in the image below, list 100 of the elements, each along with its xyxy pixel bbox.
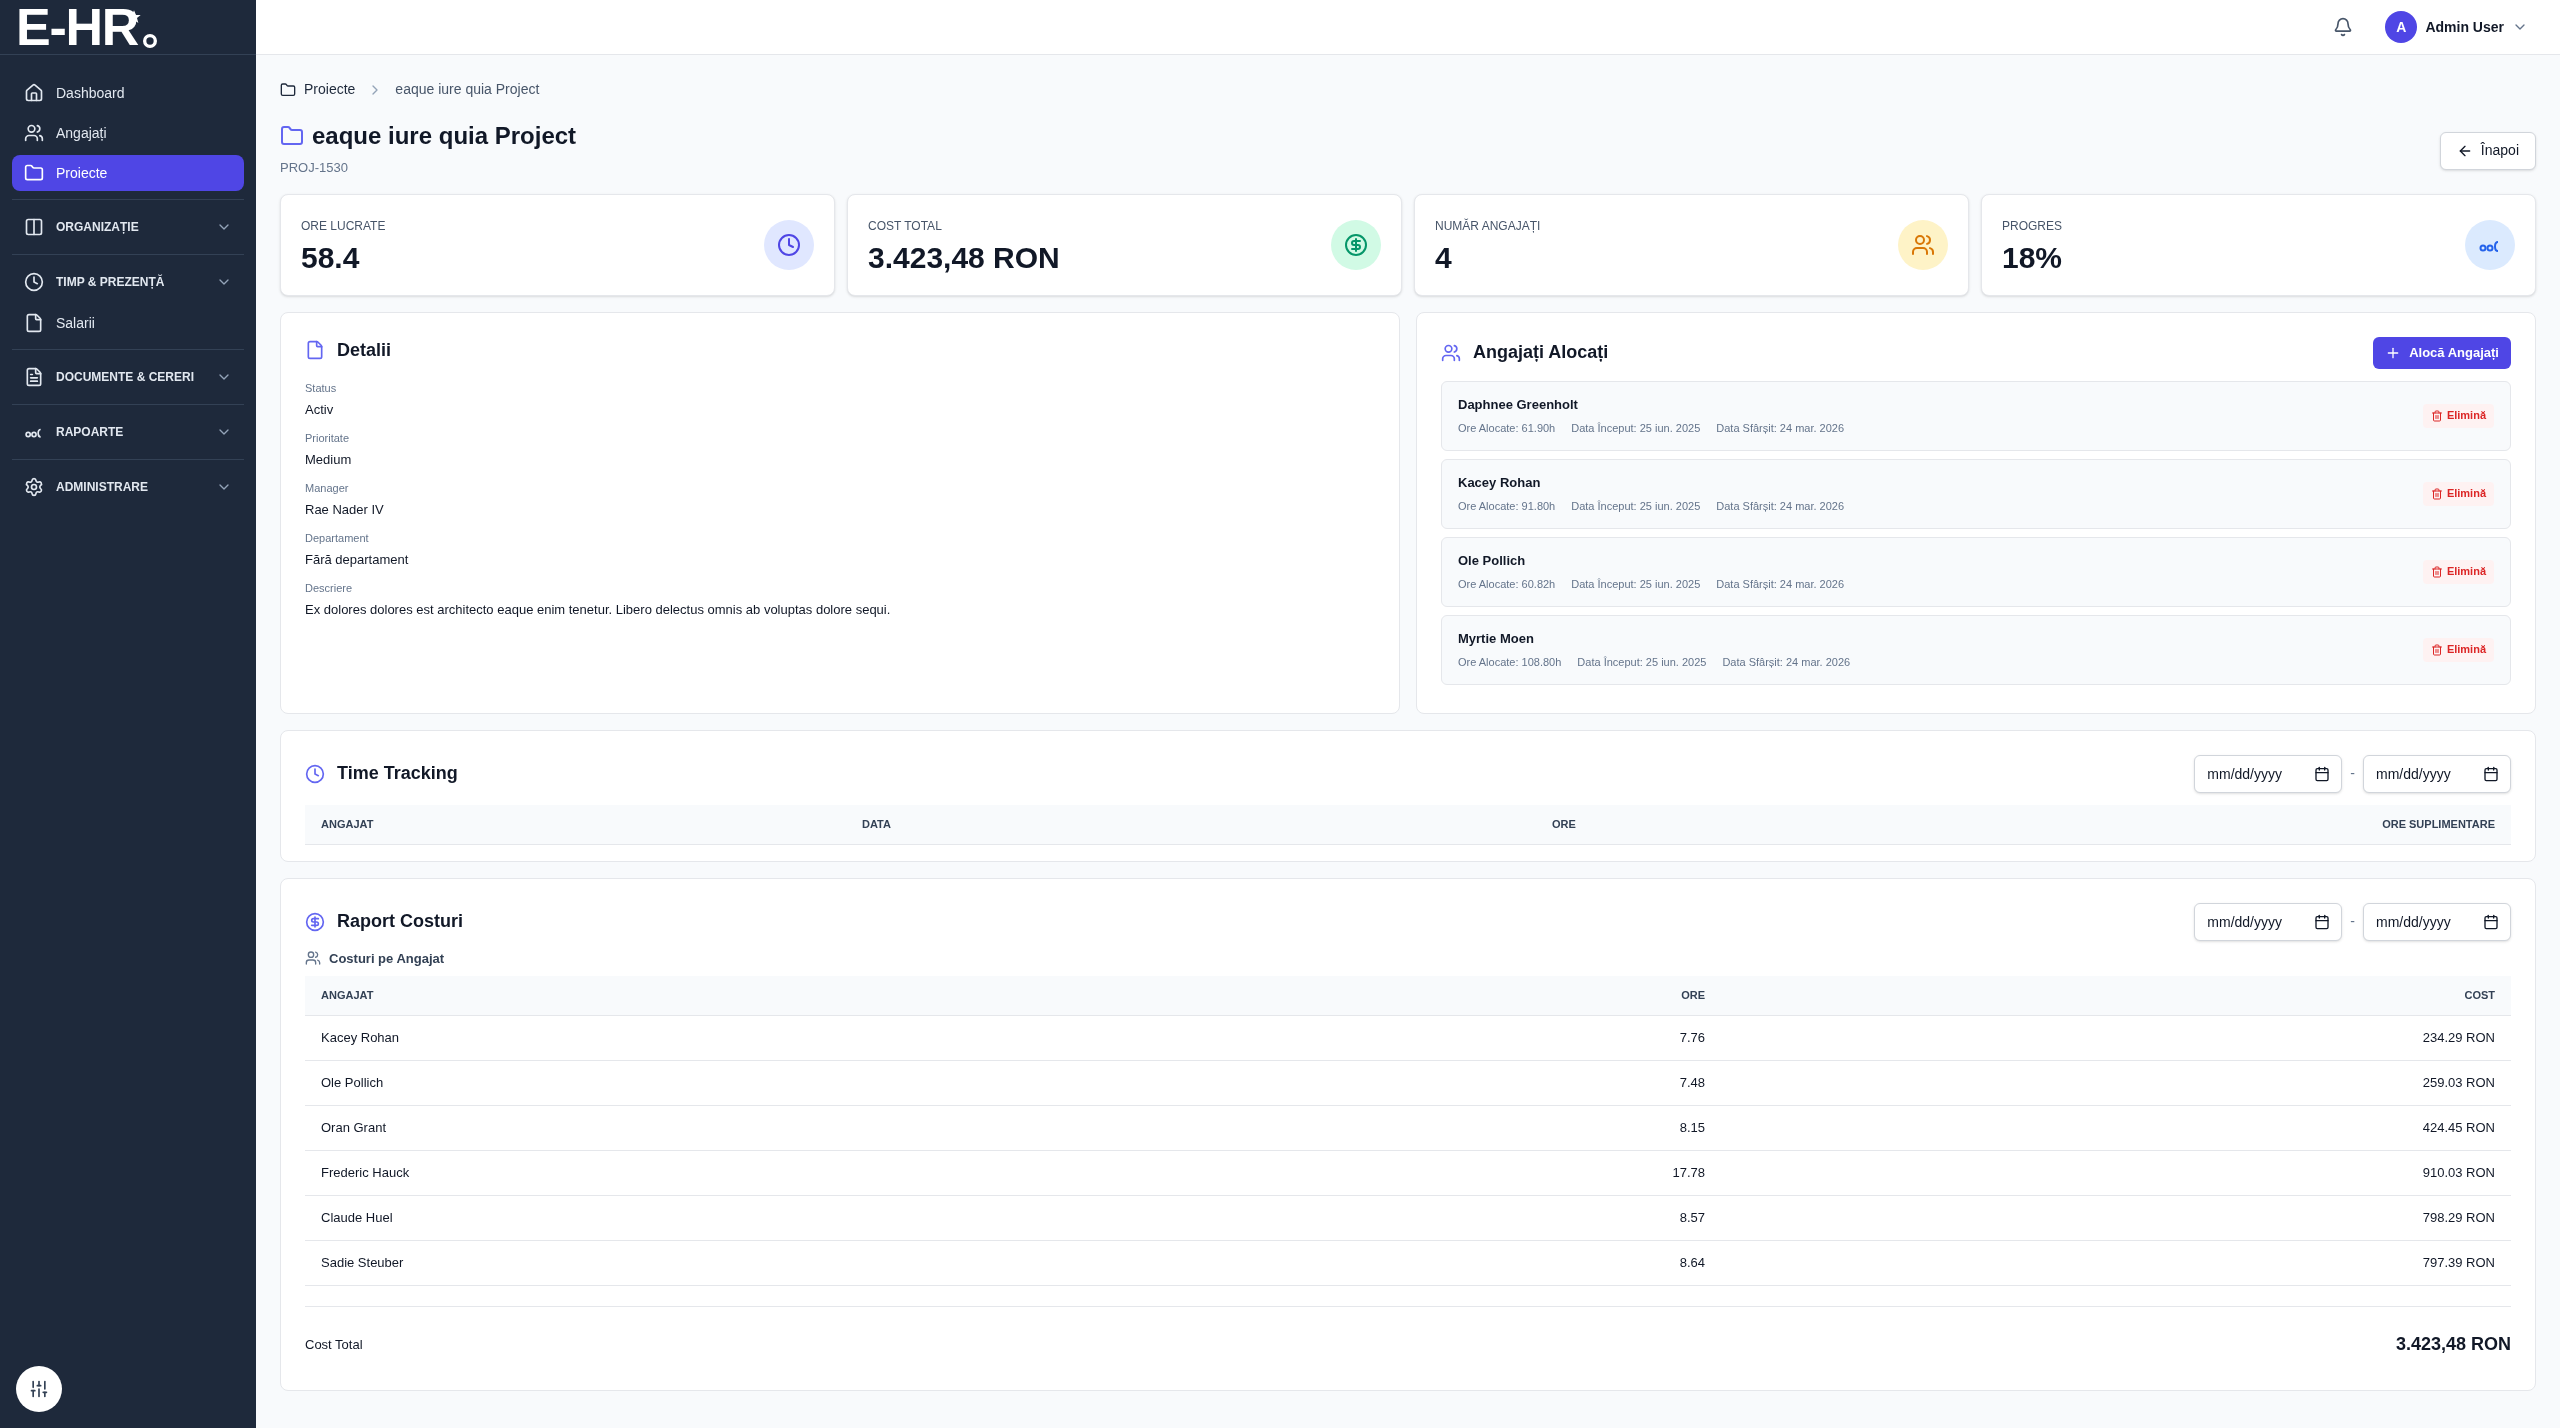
- settings-button[interactable]: [16, 1366, 62, 1412]
- stat-value: 3.423,48 RON: [868, 242, 1060, 273]
- trash-icon: [2430, 565, 2443, 578]
- nav-section[interactable]: ADMINISTRARE: [12, 468, 244, 506]
- table-cell-text: 17.78: [1671, 1164, 1705, 1183]
- settings-icon: [24, 477, 44, 497]
- remove-button[interactable]: Elimină: [2422, 403, 2494, 428]
- clock-icon: [305, 763, 325, 784]
- folder-icon: [280, 124, 304, 148]
- users-icon: [1898, 219, 1948, 270]
- table-cell-text: 8.64: [1678, 1254, 1705, 1273]
- start-date: Data Început: 25 iun. 2025: [1571, 577, 1701, 592]
- field-label: Prioritate: [305, 430, 351, 446]
- start-date: Data Început: 25 iun. 2025: [1571, 421, 1701, 436]
- calendar-icon: [2314, 765, 2331, 782]
- date-separator: -: [2350, 764, 2355, 783]
- remove-button[interactable]: Elimină: [2422, 481, 2494, 506]
- nav-item[interactable]: Salarii: [12, 305, 244, 341]
- start-date-field[interactable]: mm/dd/yyyy: [2194, 902, 2343, 941]
- column-header: ORE SUPLIMENTARE: [2382, 816, 2495, 832]
- field-label: Departament: [305, 530, 370, 546]
- column-header: COST: [2463, 988, 2495, 1004]
- table-cell-text: Ole Pollich: [321, 1074, 385, 1093]
- column-header: ANGAJAT: [321, 988, 375, 1004]
- employee-name: Ole Pollich: [1458, 551, 1527, 570]
- total-value: 3.423,48 RON: [2395, 1333, 2511, 1356]
- sliders-icon: [29, 1379, 49, 1399]
- start-date-field[interactable]: mm/dd/yyyy: [2194, 754, 2343, 793]
- stat-label: COST TOTAL: [868, 217, 943, 235]
- field-value: Ex dolores dolores est architecto eaque enim tenetur. Libero delectus omnis ab voluptas dolore sequi.: [305, 601, 892, 619]
- end-date-field[interactable]: mm/dd/yyyy: [2363, 754, 2511, 793]
- trash-icon: [2430, 409, 2443, 422]
- card-title: Raport Costuri: [337, 910, 463, 933]
- column-header: ORE: [1680, 988, 1705, 1004]
- table-cell-text: 234.29 RON: [2421, 1029, 2495, 1048]
- breadcrumb-current: eaque iure quia Project: [395, 80, 540, 99]
- card-title: Time Tracking: [337, 762, 458, 785]
- calendar-icon: [2483, 913, 2499, 930]
- end-date-field[interactable]: mm/dd/yyyy: [2363, 902, 2511, 941]
- field-value: Activ: [305, 401, 335, 419]
- clock-icon: [24, 272, 44, 292]
- end-date: Data Sfârșit: 24 mar. 2026: [1716, 421, 1845, 436]
- folder-icon: [280, 81, 296, 98]
- nav-item[interactable]: Proiecte: [12, 155, 244, 191]
- dollar-icon: [1331, 219, 1381, 270]
- table-cell-text: 7.76: [1678, 1029, 1705, 1048]
- table-cell-text: 424.45 RON: [2421, 1119, 2495, 1138]
- table-cell-text: Kacey Rohan: [321, 1029, 401, 1048]
- folder-icon: [24, 163, 44, 183]
- column-header: DATA: [862, 816, 892, 832]
- start-date: Data Început: 25 iun. 2025: [1577, 655, 1707, 670]
- table-cell-text: 798.29 RON: [2421, 1209, 2495, 1228]
- field-label: Status: [305, 380, 338, 396]
- field-value: Fără departament: [305, 551, 410, 569]
- file-icon: [305, 340, 325, 360]
- end-date: Data Sfârșit: 24 mar. 2026: [1722, 655, 1851, 670]
- users-icon: [1441, 342, 1461, 363]
- clock-icon: [764, 219, 814, 270]
- remove-button[interactable]: Elimină: [2422, 559, 2494, 584]
- nav-item[interactable]: Angajați: [12, 115, 244, 151]
- table-cell-text: 8.57: [1678, 1209, 1705, 1228]
- employee-name: Myrtie Moen: [1458, 629, 1535, 648]
- dollar-icon: [305, 911, 325, 932]
- end-date: Data Sfârșit: 24 mar. 2026: [1716, 577, 1845, 592]
- total-label: Cost Total: [305, 1335, 363, 1354]
- user-menu[interactable]: A Admin User: [2385, 11, 2528, 43]
- calendar-icon: [2314, 913, 2331, 930]
- end-date: Data Sfârșit: 24 mar. 2026: [1716, 499, 1845, 514]
- remove-button[interactable]: Elimină: [2422, 637, 2494, 662]
- section-subtitle: Costuri pe Angajat: [329, 949, 445, 968]
- avatar: A: [2385, 11, 2418, 43]
- notification-icon[interactable]: [2333, 17, 2354, 37]
- nav-section[interactable]: RAPOARTE: [12, 413, 244, 451]
- chart-icon: [2465, 219, 2515, 270]
- users-icon: [24, 123, 44, 143]
- nav-section[interactable]: TIMP & PREZENȚĂ: [12, 263, 244, 301]
- allocate-button[interactable]: Alocă Angajați: [2373, 336, 2511, 369]
- nav-section[interactable]: DOCUMENTE & CERERI: [12, 358, 244, 396]
- stat-label: ORE LUCRATE: [301, 217, 386, 235]
- table-cell-text: 7.48: [1678, 1074, 1705, 1093]
- field-value: Rae Nader IV: [305, 501, 385, 519]
- card-title: Detalii: [337, 338, 392, 362]
- nav-item[interactable]: Dashboard: [12, 75, 244, 111]
- start-date: Data Început: 25 iun. 2025: [1571, 499, 1701, 514]
- nav-section[interactable]: ORGANIZAȚIE: [12, 208, 244, 246]
- employee-name: Daphnee Greenholt: [1458, 395, 1579, 414]
- back-button[interactable]: Înapoi: [2439, 131, 2536, 170]
- table-cell-text: Sadie Steuber: [321, 1254, 405, 1273]
- breadcrumb-link[interactable]: Proiecte: [280, 79, 356, 100]
- field-label: Manager: [305, 480, 350, 496]
- card-title: Angajați Alocați: [1473, 341, 1609, 364]
- column-header: ANGAJAT: [321, 816, 375, 832]
- home-icon: [24, 83, 44, 103]
- table-cell-text: 8.15: [1678, 1119, 1705, 1138]
- table-cell-text: 910.03 RON: [2421, 1164, 2495, 1183]
- document-icon: [24, 367, 44, 387]
- project-code: PROJ-1530: [280, 159, 349, 177]
- file-icon: [24, 313, 44, 333]
- field-value: Medium: [305, 451, 353, 469]
- stat-value: 18%: [2002, 242, 2063, 273]
